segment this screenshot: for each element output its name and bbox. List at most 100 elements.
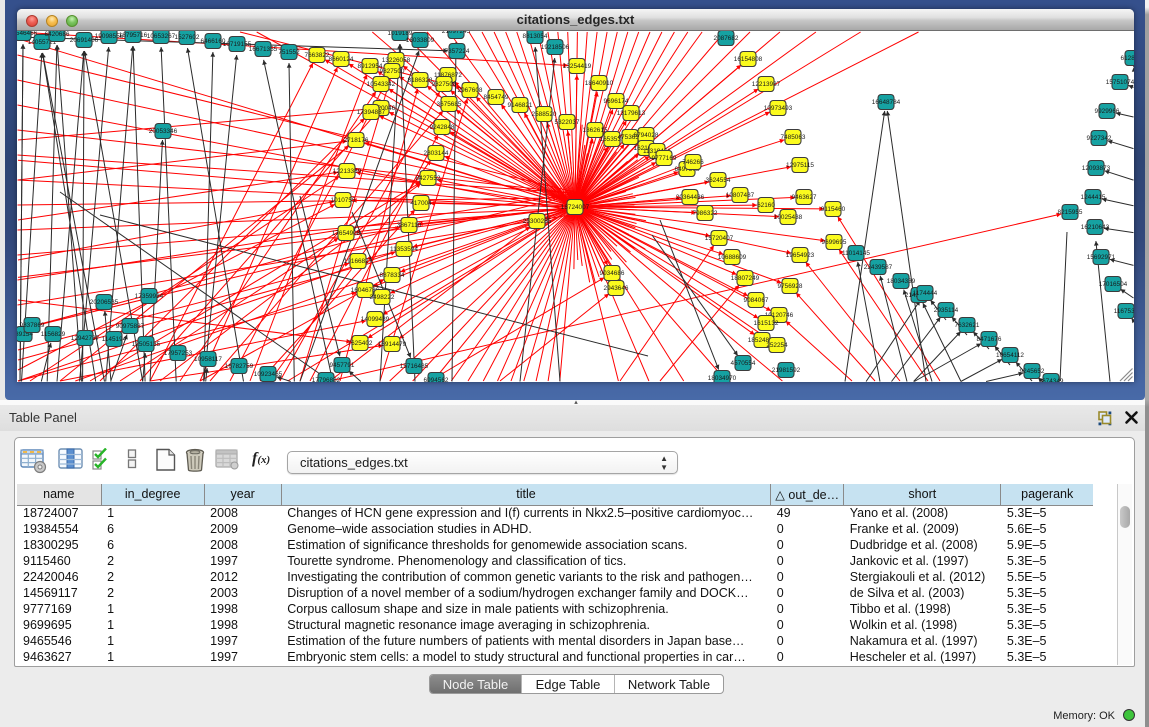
svg-text:10025438: 10025438: [774, 214, 803, 221]
svg-text:9929966: 9929966: [1095, 108, 1120, 115]
svg-text:22439587: 22439587: [864, 264, 893, 271]
svg-text:18724007: 18724007: [561, 204, 590, 211]
svg-text:12093873: 12093873: [1082, 165, 1111, 172]
svg-text:6794028: 6794028: [634, 132, 659, 139]
svg-text:9696174: 9696174: [604, 98, 629, 105]
svg-text:17016504: 17016504: [1099, 281, 1128, 288]
svg-text:10654112: 10654112: [996, 352, 1024, 359]
svg-text:7625402: 7625402: [348, 340, 373, 347]
svg-text:16154808: 16154808: [734, 56, 763, 63]
svg-text:746266: 746266: [682, 159, 704, 166]
svg-text:12942737: 12942737: [71, 335, 100, 342]
svg-text:20364436: 20364436: [676, 194, 705, 201]
svg-text:10807487: 10807487: [726, 192, 755, 199]
svg-text:3624554: 3624554: [706, 177, 731, 184]
svg-text:20206535: 20206535: [90, 299, 119, 306]
svg-text:8660124: 8660124: [329, 56, 354, 63]
svg-text:12975115: 12975115: [786, 162, 814, 169]
svg-text:16671355: 16671355: [249, 46, 278, 53]
svg-text:17796882: 17796882: [312, 377, 341, 382]
svg-text:17394887: 17394887: [357, 109, 386, 116]
svg-text:3867110: 3867110: [397, 222, 422, 229]
svg-text:2967608: 2967608: [458, 87, 483, 94]
svg-text:9245652: 9245652: [1020, 368, 1045, 375]
svg-text:62160: 62160: [757, 202, 775, 209]
svg-text:13254419: 13254419: [563, 63, 592, 70]
svg-text:417004: 417004: [410, 200, 432, 207]
svg-text:1174444: 1174444: [913, 290, 938, 297]
svg-text:9227342: 9227342: [1087, 135, 1112, 142]
svg-text:8454749: 8454749: [484, 94, 509, 101]
svg-text:16210643: 16210643: [1081, 224, 1110, 231]
svg-text:8215955: 8215955: [1058, 209, 1083, 216]
svg-text:6994562: 6994562: [424, 377, 449, 382]
svg-text:252254: 252254: [766, 342, 788, 349]
svg-text:2943646: 2943646: [604, 285, 629, 292]
svg-text:7357224: 7357224: [445, 48, 470, 55]
svg-text:6420686: 6420686: [45, 31, 70, 38]
svg-text:8471676: 8471676: [977, 336, 1002, 343]
svg-text:9327508: 9327508: [432, 81, 457, 88]
svg-text:8427552: 8427552: [416, 175, 441, 182]
svg-text:8813054: 8813054: [523, 33, 548, 40]
svg-text:9837869: 9837869: [20, 322, 45, 329]
svg-text:13179613: 13179613: [617, 110, 646, 117]
svg-text:21981592: 21981592: [772, 367, 801, 374]
svg-text:3675685: 3675685: [437, 101, 462, 108]
svg-text:9084067: 9084067: [744, 297, 769, 304]
svg-text:1244415: 1244415: [1081, 194, 1106, 201]
svg-text:8878334: 8878334: [380, 272, 405, 279]
svg-text:16033809: 16033809: [406, 37, 435, 44]
svg-text:11014145: 11014145: [842, 250, 870, 257]
svg-text:8186328: 8186328: [408, 77, 433, 84]
svg-text:9699695: 9699695: [822, 239, 847, 246]
svg-text:9756928: 9756928: [778, 283, 803, 290]
svg-text:4570554: 4570554: [731, 360, 756, 367]
svg-text:16782759: 16782759: [225, 363, 254, 370]
svg-text:10688609: 10688609: [718, 254, 747, 261]
svg-text:6128434: 6128434: [1121, 55, 1134, 62]
svg-text:5322037: 5322037: [555, 119, 580, 126]
svg-text:2803144: 2803144: [424, 150, 449, 157]
svg-text:9034686: 9034686: [600, 270, 625, 277]
svg-text:7986322: 7986322: [693, 210, 718, 217]
svg-text:12213987: 12213987: [752, 81, 781, 88]
svg-text:2718176: 2718176: [344, 137, 369, 144]
svg-text:7663822: 7663822: [305, 52, 330, 59]
svg-text:14099489: 14099489: [361, 316, 390, 323]
svg-text:7632621: 7632621: [955, 322, 980, 329]
svg-text:17654908: 17654908: [332, 230, 361, 237]
svg-text:1615132: 1615132: [754, 320, 779, 327]
svg-text:19166827: 19166827: [344, 258, 373, 265]
svg-text:9463627: 9463627: [792, 194, 817, 201]
svg-text:18795716: 18795716: [119, 32, 148, 39]
svg-text:15751074: 15751074: [1106, 79, 1134, 86]
svg-text:1156829: 1156829: [41, 331, 66, 338]
svg-text:1527602: 1527602: [175, 34, 200, 41]
svg-text:3498222: 3498222: [370, 294, 395, 301]
svg-text:18640910: 18640910: [585, 80, 614, 87]
svg-text:2935114: 2935114: [934, 307, 959, 314]
svg-text:20053346: 20053346: [149, 128, 178, 135]
svg-text:15716485: 15716485: [400, 363, 429, 370]
svg-text:10923465: 10923465: [254, 371, 283, 378]
svg-text:1145194: 1145194: [102, 336, 127, 343]
svg-text:18034970: 18034970: [708, 375, 737, 382]
svg-text:15720407: 15720407: [705, 235, 734, 242]
svg-text:16914479: 16914479: [378, 341, 407, 348]
svg-text:21097245: 21097245: [442, 31, 471, 35]
svg-text:9242848: 9242848: [430, 124, 455, 131]
svg-text:751552: 751552: [278, 49, 300, 56]
svg-text:18034339: 18034339: [887, 278, 916, 285]
svg-text:11353594: 11353594: [390, 246, 418, 253]
svg-text:12505135: 12505135: [132, 341, 161, 348]
svg-text:1167533: 1167533: [1114, 308, 1134, 315]
svg-text:10653267: 10653267: [147, 33, 176, 40]
svg-text:19654923: 19654923: [786, 252, 815, 259]
svg-text:25300285: 25300285: [523, 218, 552, 225]
svg-text:17957253: 17957253: [164, 350, 193, 357]
svg-text:16648784: 16648784: [872, 99, 901, 106]
svg-text:9457791: 9457791: [330, 362, 355, 369]
svg-text:18807249: 18807249: [731, 275, 760, 282]
svg-text:90975887: 90975887: [116, 323, 145, 330]
